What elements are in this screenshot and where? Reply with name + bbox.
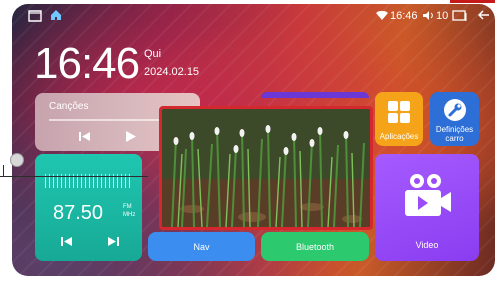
video-label: Video — [415, 240, 439, 250]
apps-tile[interactable]: Aplicações — [375, 92, 423, 146]
radio-widget[interactable]: 87.50 FM MHz — [35, 154, 142, 261]
callout-line — [0, 176, 148, 177]
video-camera-icon — [405, 174, 451, 216]
radio-band: FM — [123, 204, 132, 210]
volume-level: 10 — [436, 10, 449, 22]
previous-icon[interactable] — [79, 131, 91, 142]
house-icon[interactable] — [50, 9, 62, 21]
clock-day: Qui — [144, 48, 162, 60]
radio-frequency: 87.50 — [53, 202, 104, 224]
bluetooth-tile[interactable]: Bluetooth — [261, 232, 369, 261]
nav-tile[interactable]: Nav — [148, 232, 255, 261]
apps-label: Aplicações — [379, 132, 419, 141]
apps-grid-icon — [388, 101, 410, 123]
play-icon[interactable] — [125, 130, 137, 143]
snowdrops-photo-overlay — [159, 106, 373, 230]
home-screen: 16:46 10 16:46 Qui 2024.02.15 Canções 87… — [12, 4, 495, 276]
back-icon[interactable] — [478, 10, 494, 21]
wrench-icon — [444, 99, 466, 121]
volume-icon[interactable] — [422, 10, 434, 21]
bluetooth-label: Bluetooth — [295, 242, 335, 252]
radio-unit: MHz — [123, 212, 136, 218]
wifi-icon — [376, 11, 388, 20]
clock-date: 2024.02.15 — [144, 66, 200, 78]
video-tile[interactable]: Video — [375, 154, 479, 261]
recent-apps-icon[interactable] — [452, 10, 468, 21]
side-knob[interactable] — [10, 153, 24, 167]
seek-forward-icon[interactable] — [107, 236, 119, 247]
car-settings-label: Definições carro — [435, 125, 474, 143]
clock-time: 16:46 — [34, 39, 140, 88]
top-tile-strip — [261, 92, 369, 98]
head-unit-screen: 16:46 10 16:46 Qui 2024.02.15 Canções 87… — [0, 0, 495, 282]
corner-marker — [450, 0, 495, 3]
status-time: 16:46 — [390, 10, 418, 22]
music-label: Canções — [49, 101, 89, 112]
nav-label: Nav — [193, 242, 210, 252]
seek-back-icon[interactable] — [61, 236, 73, 247]
car-settings-tile[interactable]: Definições carro — [430, 92, 479, 146]
home-icon[interactable] — [28, 10, 42, 22]
status-bar: 16:46 10 — [12, 4, 495, 28]
